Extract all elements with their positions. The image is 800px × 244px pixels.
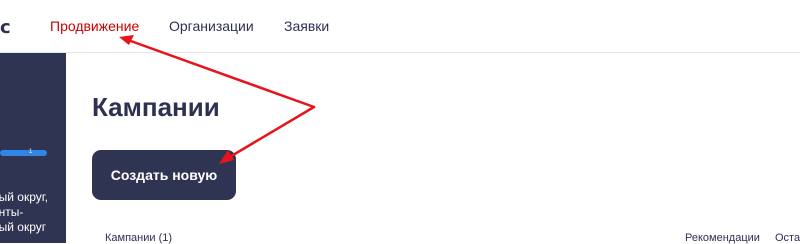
progress-bar: [0, 150, 47, 156]
nav-item-promotion[interactable]: Продвижение: [50, 18, 139, 34]
top-bar: с Продвижение Организации Заявки: [0, 0, 800, 53]
nav-item-requests[interactable]: Заявки: [284, 18, 329, 34]
column-header-campaigns[interactable]: Кампании (1): [105, 232, 172, 244]
region-text-line: ный округ: [0, 220, 47, 234]
region-text-line: ный округ,: [0, 190, 48, 204]
page-title: Кампании: [92, 92, 220, 122]
sidebar: 1 ный округ, анты- ный округ: [0, 53, 66, 243]
region-text-line: анты-: [0, 205, 24, 219]
create-new-button[interactable]: Создать новую: [92, 150, 236, 200]
logo: с: [0, 17, 11, 38]
nav-item-organizations[interactable]: Организации: [169, 18, 254, 34]
region-text: ный округ, анты- ный округ: [0, 190, 66, 235]
column-header-truncated[interactable]: Оста: [775, 232, 800, 244]
progress-label: 1: [29, 149, 33, 155]
progress-fill: [0, 150, 47, 156]
column-header-recommendations[interactable]: Рекомендации: [685, 232, 760, 244]
annotation-arrow-line: [226, 105, 316, 160]
